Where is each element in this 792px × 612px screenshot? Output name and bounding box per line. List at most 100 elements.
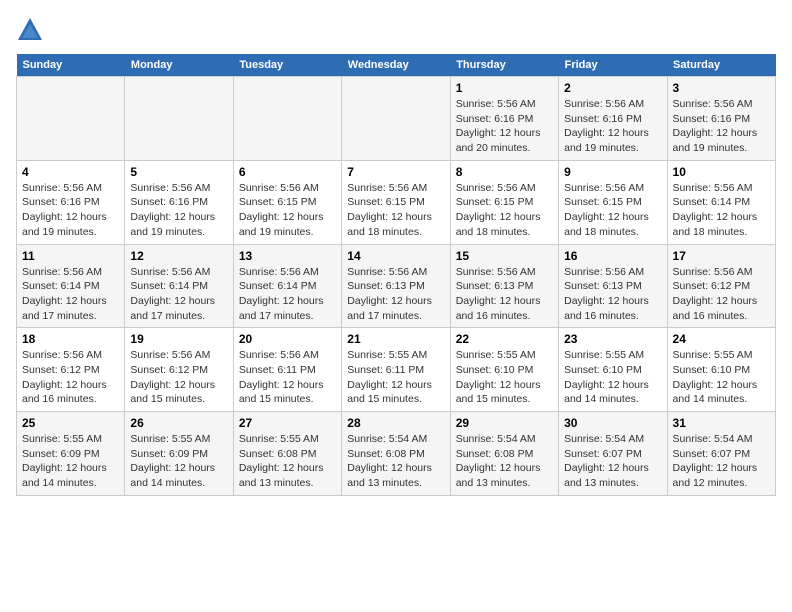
day-number: 9 — [564, 165, 661, 179]
calendar-table: SundayMondayTuesdayWednesdayThursdayFrid… — [16, 54, 776, 496]
calendar-cell: 21 Sunrise: 5:55 AM Sunset: 6:11 PM Dayli… — [342, 328, 450, 412]
calendar-cell: 22 Sunrise: 5:55 AM Sunset: 6:10 PM Dayli… — [450, 328, 558, 412]
day-number: 19 — [130, 332, 227, 346]
calendar-cell — [342, 77, 450, 161]
day-info: Sunrise: 5:54 AM Sunset: 6:07 PM Dayligh… — [673, 432, 770, 491]
calendar-cell: 16 Sunrise: 5:56 AM Sunset: 6:13 PM Dayli… — [559, 244, 667, 328]
day-info: Sunrise: 5:55 AM Sunset: 6:10 PM Dayligh… — [456, 348, 553, 407]
weekday-header: SundayMondayTuesdayWednesdayThursdayFrid… — [17, 54, 776, 77]
day-number: 27 — [239, 416, 336, 430]
calendar-cell — [233, 77, 341, 161]
calendar-cell: 20 Sunrise: 5:56 AM Sunset: 6:11 PM Dayli… — [233, 328, 341, 412]
calendar-cell: 12Sunrise: 5:56 AM Sunset: 6:14 PM Dayli… — [125, 244, 233, 328]
calendar-cell: 29 Sunrise: 5:54 AM Sunset: 6:08 PM Dayli… — [450, 412, 558, 496]
calendar-cell: 9 Sunrise: 5:56 AM Sunset: 6:15 PM Daylig… — [559, 160, 667, 244]
calendar-cell: 2 Sunrise: 5:56 AM Sunset: 6:16 PM Daylig… — [559, 77, 667, 161]
day-info: Sunrise: 5:55 AM Sunset: 6:10 PM Dayligh… — [673, 348, 770, 407]
day-number: 29 — [456, 416, 553, 430]
day-number: 5 — [130, 165, 227, 179]
day-number: 7 — [347, 165, 444, 179]
calendar-cell: 28 Sunrise: 5:54 AM Sunset: 6:08 PM Dayli… — [342, 412, 450, 496]
day-info: Sunrise: 5:56 AM Sunset: 6:15 PM Dayligh… — [456, 181, 553, 240]
day-number: 25 — [22, 416, 119, 430]
day-number: 23 — [564, 332, 661, 346]
day-number: 10 — [673, 165, 770, 179]
calendar-cell: 6Sunrise: 5:56 AM Sunset: 6:15 PM Daylig… — [233, 160, 341, 244]
day-info: Sunrise: 5:56 AM Sunset: 6:15 PM Dayligh… — [564, 181, 661, 240]
weekday-header-cell: Sunday — [17, 54, 125, 77]
day-info: Sunrise: 5:56 AM Sunset: 6:13 PM Dayligh… — [347, 265, 444, 324]
calendar-cell: 27 Sunrise: 5:55 AM Sunset: 6:08 PM Dayli… — [233, 412, 341, 496]
calendar-cell: 13 Sunrise: 5:56 AM Sunset: 6:14 PM Dayli… — [233, 244, 341, 328]
page-header — [16, 16, 776, 44]
calendar-cell: 26Sunrise: 5:55 AM Sunset: 6:09 PM Dayli… — [125, 412, 233, 496]
calendar-cell: 5 Sunrise: 5:56 AM Sunset: 6:16 PM Daylig… — [125, 160, 233, 244]
weekday-header-cell: Thursday — [450, 54, 558, 77]
calendar-cell: 11 Sunrise: 5:56 AM Sunset: 6:14 PM Dayli… — [17, 244, 125, 328]
day-info: Sunrise: 5:56 AM Sunset: 6:12 PM Dayligh… — [130, 348, 227, 407]
day-info: Sunrise: 5:55 AM Sunset: 6:10 PM Dayligh… — [564, 348, 661, 407]
day-info: Sunrise: 5:55 AM Sunset: 6:09 PM Dayligh… — [130, 432, 227, 491]
day-number: 28 — [347, 416, 444, 430]
day-info: Sunrise: 5:55 AM Sunset: 6:09 PM Dayligh… — [22, 432, 119, 491]
day-number: 17 — [673, 249, 770, 263]
day-info: Sunrise: 5:56 AM Sunset: 6:13 PM Dayligh… — [564, 265, 661, 324]
day-info: Sunrise: 5:56 AM Sunset: 6:16 PM Dayligh… — [130, 181, 227, 240]
day-info: Sunrise: 5:55 AM Sunset: 6:08 PM Dayligh… — [239, 432, 336, 491]
calendar-cell — [17, 77, 125, 161]
day-number: 13 — [239, 249, 336, 263]
day-number: 20 — [239, 332, 336, 346]
day-number: 22 — [456, 332, 553, 346]
day-info: Sunrise: 5:56 AM Sunset: 6:13 PM Dayligh… — [456, 265, 553, 324]
day-number: 16 — [564, 249, 661, 263]
weekday-header-cell: Wednesday — [342, 54, 450, 77]
day-info: Sunrise: 5:56 AM Sunset: 6:14 PM Dayligh… — [673, 181, 770, 240]
day-info: Sunrise: 5:56 AM Sunset: 6:14 PM Dayligh… — [22, 265, 119, 324]
calendar-week: 25 Sunrise: 5:55 AM Sunset: 6:09 PM Dayli… — [17, 412, 776, 496]
day-info: Sunrise: 5:56 AM Sunset: 6:12 PM Dayligh… — [673, 265, 770, 324]
day-info: Sunrise: 5:54 AM Sunset: 6:08 PM Dayligh… — [347, 432, 444, 491]
day-info: Sunrise: 5:56 AM Sunset: 6:16 PM Dayligh… — [456, 97, 553, 156]
calendar-cell: 17 Sunrise: 5:56 AM Sunset: 6:12 PM Dayli… — [667, 244, 775, 328]
day-number: 30 — [564, 416, 661, 430]
day-number: 3 — [673, 81, 770, 95]
day-number: 31 — [673, 416, 770, 430]
logo — [16, 16, 48, 44]
calendar-week: 11 Sunrise: 5:56 AM Sunset: 6:14 PM Dayli… — [17, 244, 776, 328]
calendar-body: 1Sunrise: 5:56 AM Sunset: 6:16 PM Daylig… — [17, 77, 776, 496]
day-info: Sunrise: 5:56 AM Sunset: 6:15 PM Dayligh… — [239, 181, 336, 240]
calendar-cell: 19 Sunrise: 5:56 AM Sunset: 6:12 PM Dayli… — [125, 328, 233, 412]
calendar-cell: 23 Sunrise: 5:55 AM Sunset: 6:10 PM Dayli… — [559, 328, 667, 412]
logo-icon — [16, 16, 44, 44]
day-number: 14 — [347, 249, 444, 263]
day-info: Sunrise: 5:55 AM Sunset: 6:11 PM Dayligh… — [347, 348, 444, 407]
weekday-header-cell: Monday — [125, 54, 233, 77]
day-info: Sunrise: 5:54 AM Sunset: 6:08 PM Dayligh… — [456, 432, 553, 491]
calendar-cell: 18Sunrise: 5:56 AM Sunset: 6:12 PM Dayli… — [17, 328, 125, 412]
day-info: Sunrise: 5:56 AM Sunset: 6:14 PM Dayligh… — [130, 265, 227, 324]
day-number: 2 — [564, 81, 661, 95]
calendar-cell: 7Sunrise: 5:56 AM Sunset: 6:15 PM Daylig… — [342, 160, 450, 244]
calendar-cell: 31 Sunrise: 5:54 AM Sunset: 6:07 PM Dayli… — [667, 412, 775, 496]
day-info: Sunrise: 5:56 AM Sunset: 6:16 PM Dayligh… — [673, 97, 770, 156]
day-number: 18 — [22, 332, 119, 346]
day-info: Sunrise: 5:56 AM Sunset: 6:14 PM Dayligh… — [239, 265, 336, 324]
calendar-cell: 30Sunrise: 5:54 AM Sunset: 6:07 PM Dayli… — [559, 412, 667, 496]
calendar-cell — [125, 77, 233, 161]
day-number: 24 — [673, 332, 770, 346]
calendar-cell: 14 Sunrise: 5:56 AM Sunset: 6:13 PM Dayli… — [342, 244, 450, 328]
calendar-cell: 1Sunrise: 5:56 AM Sunset: 6:16 PM Daylig… — [450, 77, 558, 161]
day-info: Sunrise: 5:56 AM Sunset: 6:11 PM Dayligh… — [239, 348, 336, 407]
calendar-cell: 3 Sunrise: 5:56 AM Sunset: 6:16 PM Daylig… — [667, 77, 775, 161]
day-number: 15 — [456, 249, 553, 263]
calendar-cell: 8Sunrise: 5:56 AM Sunset: 6:15 PM Daylig… — [450, 160, 558, 244]
calendar-week: 18 Sunrise: 5:56 AM Sunset: 6:12 PM Dayli… — [17, 328, 776, 412]
calendar-cell: 24 Sunrise: 5:55 AM Sunset: 6:10 PM Dayli… — [667, 328, 775, 412]
calendar-week: 1Sunrise: 5:56 AM Sunset: 6:16 PM Daylig… — [17, 77, 776, 161]
day-number: 11 — [22, 249, 119, 263]
calendar-cell: 10 Sunrise: 5:56 AM Sunset: 6:14 PM Dayli… — [667, 160, 775, 244]
day-number: 21 — [347, 332, 444, 346]
day-info: Sunrise: 5:56 AM Sunset: 6:16 PM Dayligh… — [564, 97, 661, 156]
calendar-week: 4Sunrise: 5:56 AM Sunset: 6:16 PM Daylig… — [17, 160, 776, 244]
day-info: Sunrise: 5:56 AM Sunset: 6:16 PM Dayligh… — [22, 181, 119, 240]
